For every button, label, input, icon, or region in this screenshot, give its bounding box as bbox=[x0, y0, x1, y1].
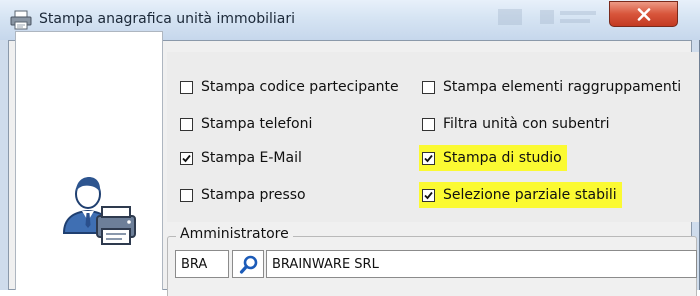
administrator-lookup-button[interactable] bbox=[232, 250, 264, 278]
background-window-icon bbox=[540, 10, 596, 24]
checkmark-icon bbox=[182, 154, 191, 162]
checkbox-checked[interactable] bbox=[180, 151, 193, 165]
checkbox-checked[interactable] bbox=[422, 151, 435, 165]
checkbox[interactable] bbox=[422, 117, 435, 131]
background-window-icon bbox=[498, 9, 522, 25]
option-label: Stampa elementi raggruppamenti bbox=[443, 79, 682, 95]
checkbox-checked[interactable] bbox=[422, 188, 435, 202]
search-icon bbox=[239, 255, 258, 274]
checkbox[interactable] bbox=[180, 80, 193, 94]
checkbox[interactable] bbox=[422, 80, 435, 94]
icon-panel bbox=[15, 31, 163, 290]
checkmark-icon bbox=[424, 154, 433, 162]
option-stampa-presso[interactable]: Stampa presso bbox=[180, 182, 306, 208]
option-label: Stampa telefoni bbox=[201, 116, 313, 132]
option-label: Stampa di studio bbox=[443, 150, 562, 166]
close-button[interactable] bbox=[609, 1, 678, 27]
option-stampa-email[interactable]: Stampa E-Mail bbox=[180, 145, 302, 171]
option-filtra-unita-con-subentri[interactable]: Filtra unità con subentri bbox=[422, 111, 610, 137]
option-stampa-di-studio[interactable]: Stampa di studio bbox=[419, 145, 567, 171]
checkbox[interactable] bbox=[180, 188, 193, 202]
close-icon bbox=[637, 8, 651, 21]
option-stampa-telefoni[interactable]: Stampa telefoni bbox=[180, 111, 312, 137]
option-label: Filtra unità con subentri bbox=[443, 116, 610, 132]
option-stampa-elementi-raggruppamenti[interactable]: Stampa elementi raggruppamenti bbox=[422, 74, 681, 100]
option-selezione-parziale-stabili[interactable]: Selezione parziale stabili bbox=[419, 182, 622, 208]
user-printer-icon bbox=[62, 177, 136, 245]
administrator-code-field[interactable]: BRA bbox=[175, 250, 229, 278]
option-label: Stampa E-Mail bbox=[201, 150, 302, 166]
option-stampa-codice-partecipante[interactable]: Stampa codice partecipante bbox=[180, 74, 399, 100]
window-title: Stampa anagrafica unità immobiliari bbox=[39, 11, 295, 27]
option-label: Stampa codice partecipante bbox=[201, 79, 399, 95]
option-label: Stampa presso bbox=[201, 187, 306, 203]
option-label: Selezione parziale stabili bbox=[443, 187, 617, 203]
printer-icon bbox=[10, 10, 32, 30]
administrator-legend: Amministratore bbox=[176, 226, 293, 242]
checkmark-icon bbox=[424, 191, 433, 199]
checkbox[interactable] bbox=[180, 117, 193, 131]
administrator-name-field[interactable]: BRAINWARE SRL bbox=[266, 250, 697, 278]
